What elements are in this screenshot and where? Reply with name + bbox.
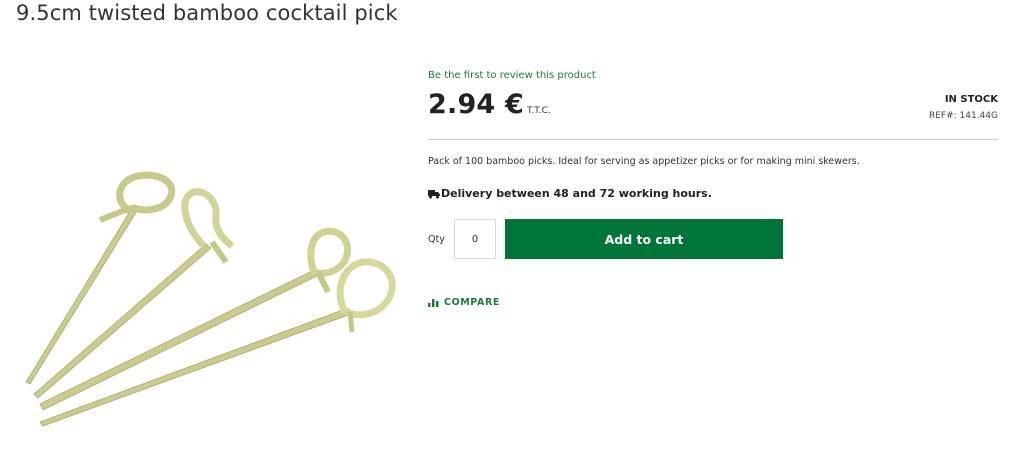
review-link[interactable]: Be the first to review this product [428,70,596,81]
price-row: 2.94 € T.T.C. [428,89,551,120]
price: 2.94 € [428,89,525,120]
compare-label[interactable]: COMPARE [444,297,500,308]
stock-status: IN STOCK [944,94,998,105]
page-title: 9.5cm twisted bamboo cocktail pick [16,1,398,25]
qty-label: Qty [428,234,445,245]
tax-label: T.T.C. [527,106,551,116]
compare-link[interactable]: COMPARE [428,297,500,308]
divider [428,139,998,140]
product-description: Pack of 100 bamboo picks. Ideal for serv… [428,156,860,167]
delivery-text: Delivery between 48 and 72 working hours… [441,187,712,200]
bar-chart-icon [428,299,439,307]
delivery-info: Delivery between 48 and 72 working hours… [428,187,712,200]
product-image [25,171,396,427]
add-to-cart-button[interactable]: Add to cart [505,219,783,259]
product-reference: REF#: 141.44G [928,111,998,121]
truck-icon [428,189,440,198]
qty-input[interactable] [454,219,496,259]
